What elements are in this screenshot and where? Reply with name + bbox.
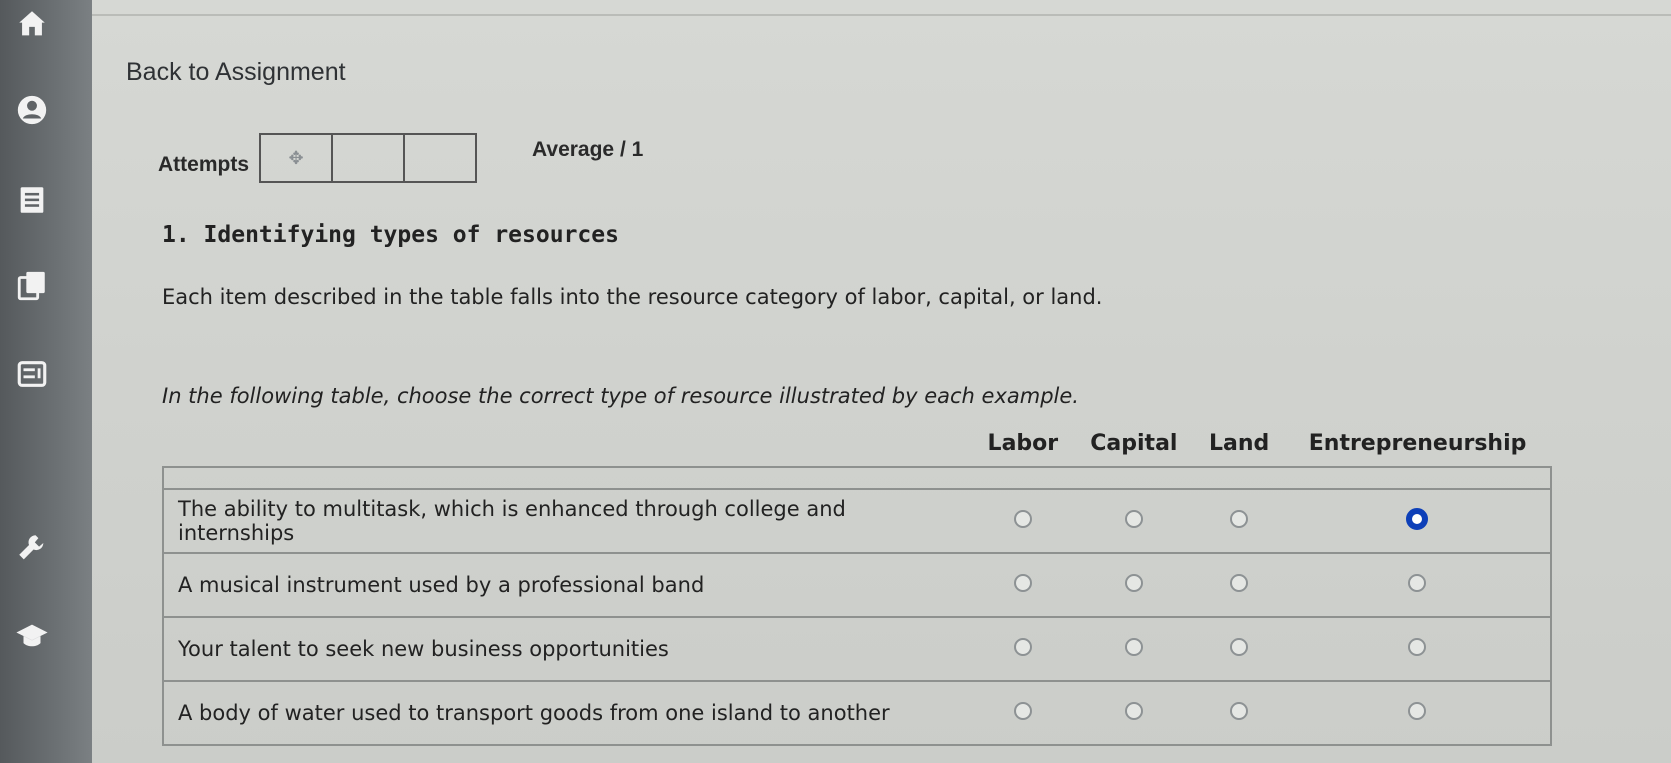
table-spacer-row: [162, 466, 1552, 490]
radio-entrepreneurship[interactable]: [1408, 574, 1427, 592]
question-instruction: In the following table, choose the corre…: [162, 384, 1079, 408]
column-header-entrepreneurship: Entrepreneurship: [1308, 431, 1527, 456]
radio-entrepreneurship[interactable]: [1408, 702, 1427, 720]
notebook-icon[interactable]: [12, 180, 52, 220]
table-row: Your talent to seek new business opportu…: [162, 616, 1552, 682]
table-row: A musical instrument used by a professio…: [162, 552, 1552, 618]
attempts-label: Attempts: [158, 153, 250, 176]
attempt-box-3: [403, 133, 477, 183]
profile-icon[interactable]: [12, 90, 52, 130]
attempt-boxes: ✥: [259, 133, 477, 183]
home-icon[interactable]: [12, 4, 52, 44]
left-sidebar: [0, 0, 92, 763]
table-header-row: Labor Capital Land Entrepreneurship: [163, 425, 1551, 467]
header-blank: [163, 425, 972, 467]
radio-labor[interactable]: [1013, 574, 1032, 592]
radio-capital[interactable]: [1124, 510, 1143, 528]
assignment-content: Back to Assignment Attempts ✥ Average / …: [92, 0, 1671, 763]
question-title: 1. Identifying types of resources: [162, 222, 619, 248]
row-label: A body of water used to transport goods …: [162, 680, 972, 746]
radio-entrepreneurship[interactable]: [1406, 507, 1429, 530]
row-label: Your talent to seek new business opportu…: [162, 616, 972, 682]
question-description: Each item described in the table falls i…: [162, 285, 1103, 309]
attempt-box-1: ✥: [259, 133, 333, 183]
loading-icon: ✥: [288, 147, 304, 169]
radio-land[interactable]: [1230, 574, 1249, 592]
average-score: Average / 1: [532, 138, 644, 161]
wrench-icon[interactable]: [12, 528, 52, 568]
row-label: The ability to multitask, which is enhan…: [162, 488, 972, 554]
graduation-cap-icon[interactable]: [12, 616, 52, 656]
radio-land[interactable]: [1230, 510, 1249, 528]
radio-labor[interactable]: [1013, 510, 1032, 528]
attempt-box-2: [331, 133, 405, 183]
header-divider: [92, 14, 1671, 16]
radio-labor[interactable]: [1013, 702, 1032, 720]
book-icon[interactable]: [12, 266, 52, 306]
back-to-assignment-link[interactable]: Back to Assignment: [126, 58, 346, 87]
row-label: A musical instrument used by a professio…: [162, 552, 972, 618]
column-header-land: Land: [1208, 431, 1270, 456]
table-row: The ability to multitask, which is enhan…: [162, 488, 1552, 554]
radio-land[interactable]: [1230, 638, 1249, 656]
radio-capital[interactable]: [1124, 638, 1143, 656]
radio-land[interactable]: [1230, 702, 1249, 720]
table-row: A body of water used to transport goods …: [162, 680, 1552, 746]
radio-labor[interactable]: [1013, 638, 1032, 656]
column-header-capital: Capital: [1090, 431, 1178, 456]
radio-capital[interactable]: [1124, 574, 1143, 592]
column-header-labor: Labor: [987, 431, 1059, 456]
resource-table: Labor Capital Land Entrepreneurship The …: [162, 425, 1552, 746]
radio-capital[interactable]: [1124, 702, 1143, 720]
gradebook-icon[interactable]: [12, 354, 52, 394]
radio-entrepreneurship[interactable]: [1408, 638, 1427, 656]
